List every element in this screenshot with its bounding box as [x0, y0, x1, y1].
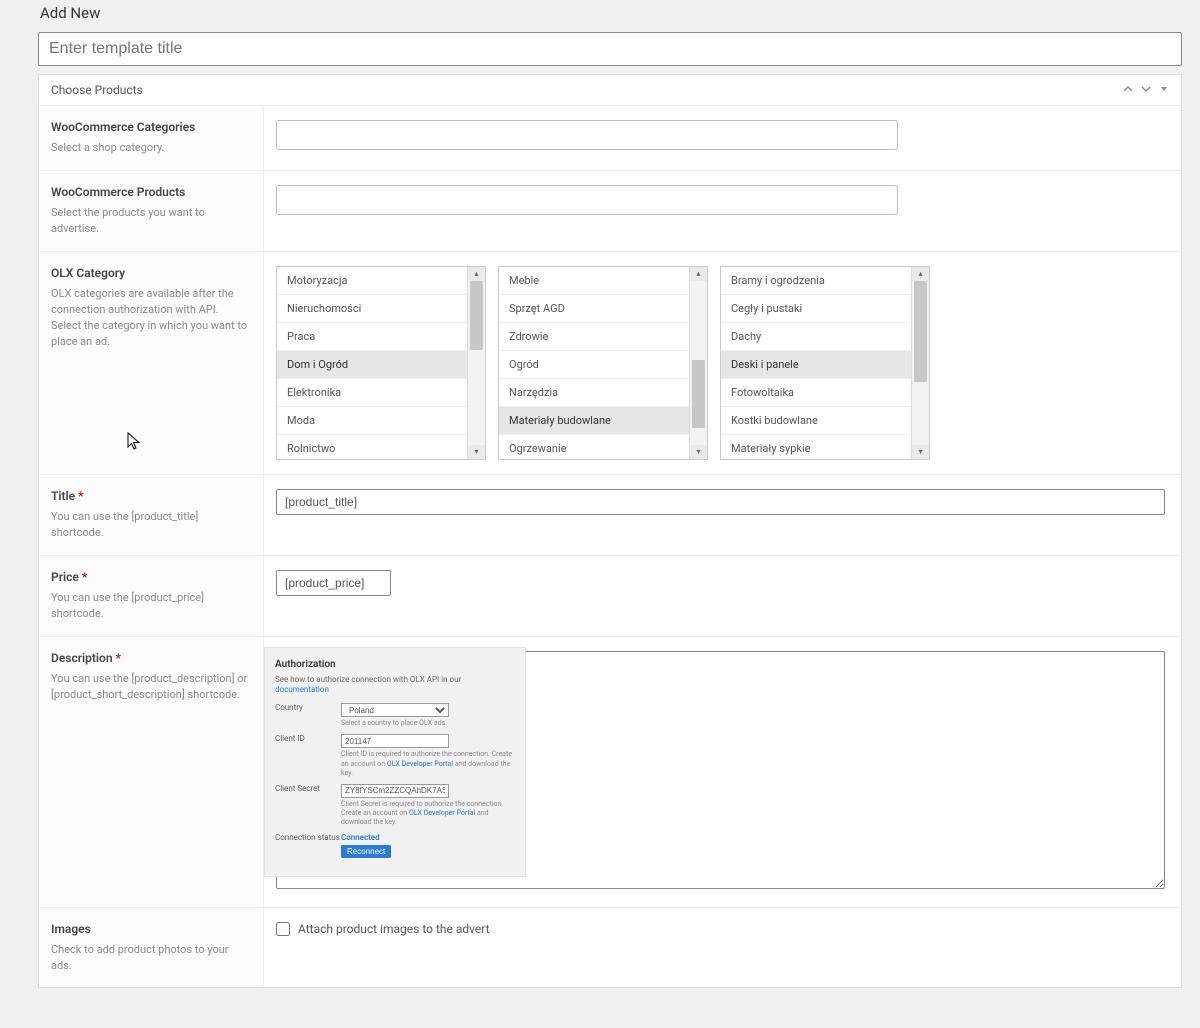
- olx-category-list[interactable]: MebleSprzęt AGDZdrowieOgródNarzędziaMate…: [499, 267, 707, 459]
- woo-categories-select[interactable]: [276, 120, 898, 150]
- auth-intro: See how to authorize connection with OLX…: [275, 675, 515, 696]
- olx-category-item[interactable]: Dachy: [721, 323, 911, 351]
- desc-field-label: Description *: [51, 651, 251, 665]
- auth-country-label: Country: [275, 703, 341, 728]
- woo-prod-desc: Select the products you want to advertis…: [51, 205, 251, 237]
- section-woo-categories: WooCommerce Categories Select a shop cat…: [39, 106, 1181, 171]
- metabox-header[interactable]: Choose Products: [39, 75, 1181, 106]
- olx-category-item[interactable]: Moda: [277, 407, 467, 435]
- olx-category-item[interactable]: Narzędzia: [499, 379, 689, 407]
- olx-category-list[interactable]: MotoryzacjaNieruchomościPracaDom i Ogród…: [277, 267, 485, 459]
- olx-category-item[interactable]: Praca: [277, 323, 467, 351]
- olx-category-item[interactable]: Rolnictwo: [277, 435, 467, 459]
- woo-prod-label: WooCommerce Products: [51, 185, 251, 199]
- auth-clientid-input[interactable]: [341, 734, 449, 748]
- olx-category-item[interactable]: Meble: [499, 267, 689, 295]
- olx-category-item[interactable]: Deski i panele: [721, 351, 911, 379]
- olx-category-item[interactable]: Motoryzacja: [277, 267, 467, 295]
- olx-category-item[interactable]: Sprzęt AGD: [499, 295, 689, 323]
- scroll-down-icon[interactable]: ▾: [912, 445, 929, 459]
- section-title-field: Title * You can use the [product_title] …: [39, 475, 1181, 556]
- section-woo-products: WooCommerce Products Select the products…: [39, 171, 1181, 252]
- scroll-thumb[interactable]: [470, 281, 483, 350]
- olx-category-item[interactable]: Cegły i pustaki: [721, 295, 911, 323]
- images-checkbox[interactable]: [276, 922, 290, 936]
- scroll-up-icon[interactable]: ▴: [468, 267, 485, 281]
- olx-category-column-2: MebleSprzęt AGDZdrowieOgródNarzędziaMate…: [498, 266, 708, 460]
- price-field-desc: You can use the [product_price] shortcod…: [51, 590, 251, 622]
- olx-category-item[interactable]: Materiały sypkie: [721, 435, 911, 459]
- section-olx-category: OLX Category OLX categories are availabl…: [39, 252, 1181, 475]
- auth-secret-link[interactable]: OLX Developer Portal: [409, 809, 475, 817]
- desc-field-desc: You can use the [product_description] or…: [51, 671, 251, 703]
- olx-category-item[interactable]: Zdrowie: [499, 323, 689, 351]
- images-checkbox-row[interactable]: Attach product images to the advert: [276, 922, 1165, 936]
- olx-category-item[interactable]: Ogrzewanie: [499, 435, 689, 459]
- toggle-triangle-icon[interactable]: [1159, 84, 1169, 97]
- olx-category-item[interactable]: Fotowoltaika: [721, 379, 911, 407]
- scroll-up-icon[interactable]: ▴: [912, 267, 929, 281]
- woo-cat-desc: Select a shop category.: [51, 140, 251, 156]
- auth-status-label: Connection status: [275, 833, 341, 858]
- auth-clientid-hint: Client ID is required to authorize the c…: [341, 750, 515, 777]
- olx-cat-label: OLX Category: [51, 266, 251, 280]
- olx-category-item[interactable]: Nieruchomości: [277, 295, 467, 323]
- auth-clientid-link[interactable]: OLX Developer Portal: [387, 760, 453, 768]
- auth-secret-input[interactable]: [341, 784, 449, 798]
- scroll-down-icon[interactable]: ▾: [690, 445, 707, 459]
- images-field-label: Images: [51, 922, 251, 936]
- authorization-panel: Authorization See how to authorize conne…: [264, 647, 526, 878]
- woo-cat-label: WooCommerce Categories: [51, 120, 251, 134]
- scrollbar[interactable]: ▴▾: [467, 267, 485, 459]
- olx-category-item[interactable]: Elektronika: [277, 379, 467, 407]
- auth-secret-hint: Client Secret is required to authorize t…: [341, 800, 515, 827]
- auth-reconnect-button[interactable]: Reconnect: [341, 845, 391, 858]
- auth-title: Authorization: [275, 658, 515, 671]
- olx-category-list[interactable]: Bramy i ogrodzeniaCegły i pustakiDachyDe…: [721, 267, 929, 459]
- price-field-label: Price *: [51, 570, 251, 584]
- olx-category-item[interactable]: Materiały budowlane: [499, 407, 689, 435]
- price-input[interactable]: [276, 570, 391, 596]
- olx-category-item[interactable]: Dom i Ogród: [277, 351, 467, 379]
- scroll-thumb[interactable]: [692, 360, 705, 429]
- page-title: Add New: [0, 0, 1200, 32]
- images-field-desc: Check to add product photos to your ads.: [51, 942, 251, 974]
- olx-category-item[interactable]: Bramy i ogrodzenia: [721, 267, 911, 295]
- images-checkbox-label: Attach product images to the advert: [298, 922, 490, 936]
- scrollbar[interactable]: ▴▾: [689, 267, 707, 459]
- section-price-field: Price * You can use the [product_price] …: [39, 556, 1181, 637]
- template-title-input[interactable]: [38, 32, 1182, 66]
- scroll-down-icon[interactable]: ▾: [468, 445, 485, 459]
- title-field-desc: You can use the [product_title] shortcod…: [51, 509, 251, 541]
- auth-secret-label: Client Secret: [275, 784, 341, 827]
- olx-category-item[interactable]: Kostki budowlane: [721, 407, 911, 435]
- auth-status-text: Connected: [341, 833, 515, 843]
- auth-doc-link[interactable]: documentation: [275, 685, 329, 694]
- chevron-up-icon[interactable]: [1123, 84, 1133, 97]
- scroll-up-icon[interactable]: ▴: [690, 267, 707, 281]
- choose-products-metabox: Choose Products WooCommerce Categories S…: [38, 74, 1182, 988]
- olx-category-item[interactable]: Ogród: [499, 351, 689, 379]
- olx-cat-desc: OLX categories are available after the c…: [51, 286, 251, 350]
- woo-products-select[interactable]: [276, 185, 898, 215]
- auth-clientid-label: Client ID: [275, 734, 341, 777]
- title-input[interactable]: [276, 489, 1165, 515]
- title-field-label: Title *: [51, 489, 251, 503]
- section-images-field: Images Check to add product photos to yo…: [39, 908, 1181, 988]
- auth-country-select[interactable]: Poland: [341, 703, 449, 717]
- olx-category-column-3: Bramy i ogrodzeniaCegły i pustakiDachyDe…: [720, 266, 930, 460]
- scrollbar[interactable]: ▴▾: [911, 267, 929, 459]
- auth-country-hint: Select a country to place OLX ads.: [341, 719, 515, 728]
- metabox-title: Choose Products: [51, 83, 143, 97]
- chevron-down-icon[interactable]: [1141, 84, 1151, 97]
- olx-category-column-1: MotoryzacjaNieruchomościPracaDom i Ogród…: [276, 266, 486, 460]
- section-description-field: Description * You can use the [product_d…: [39, 637, 1181, 908]
- scroll-thumb[interactable]: [914, 281, 927, 383]
